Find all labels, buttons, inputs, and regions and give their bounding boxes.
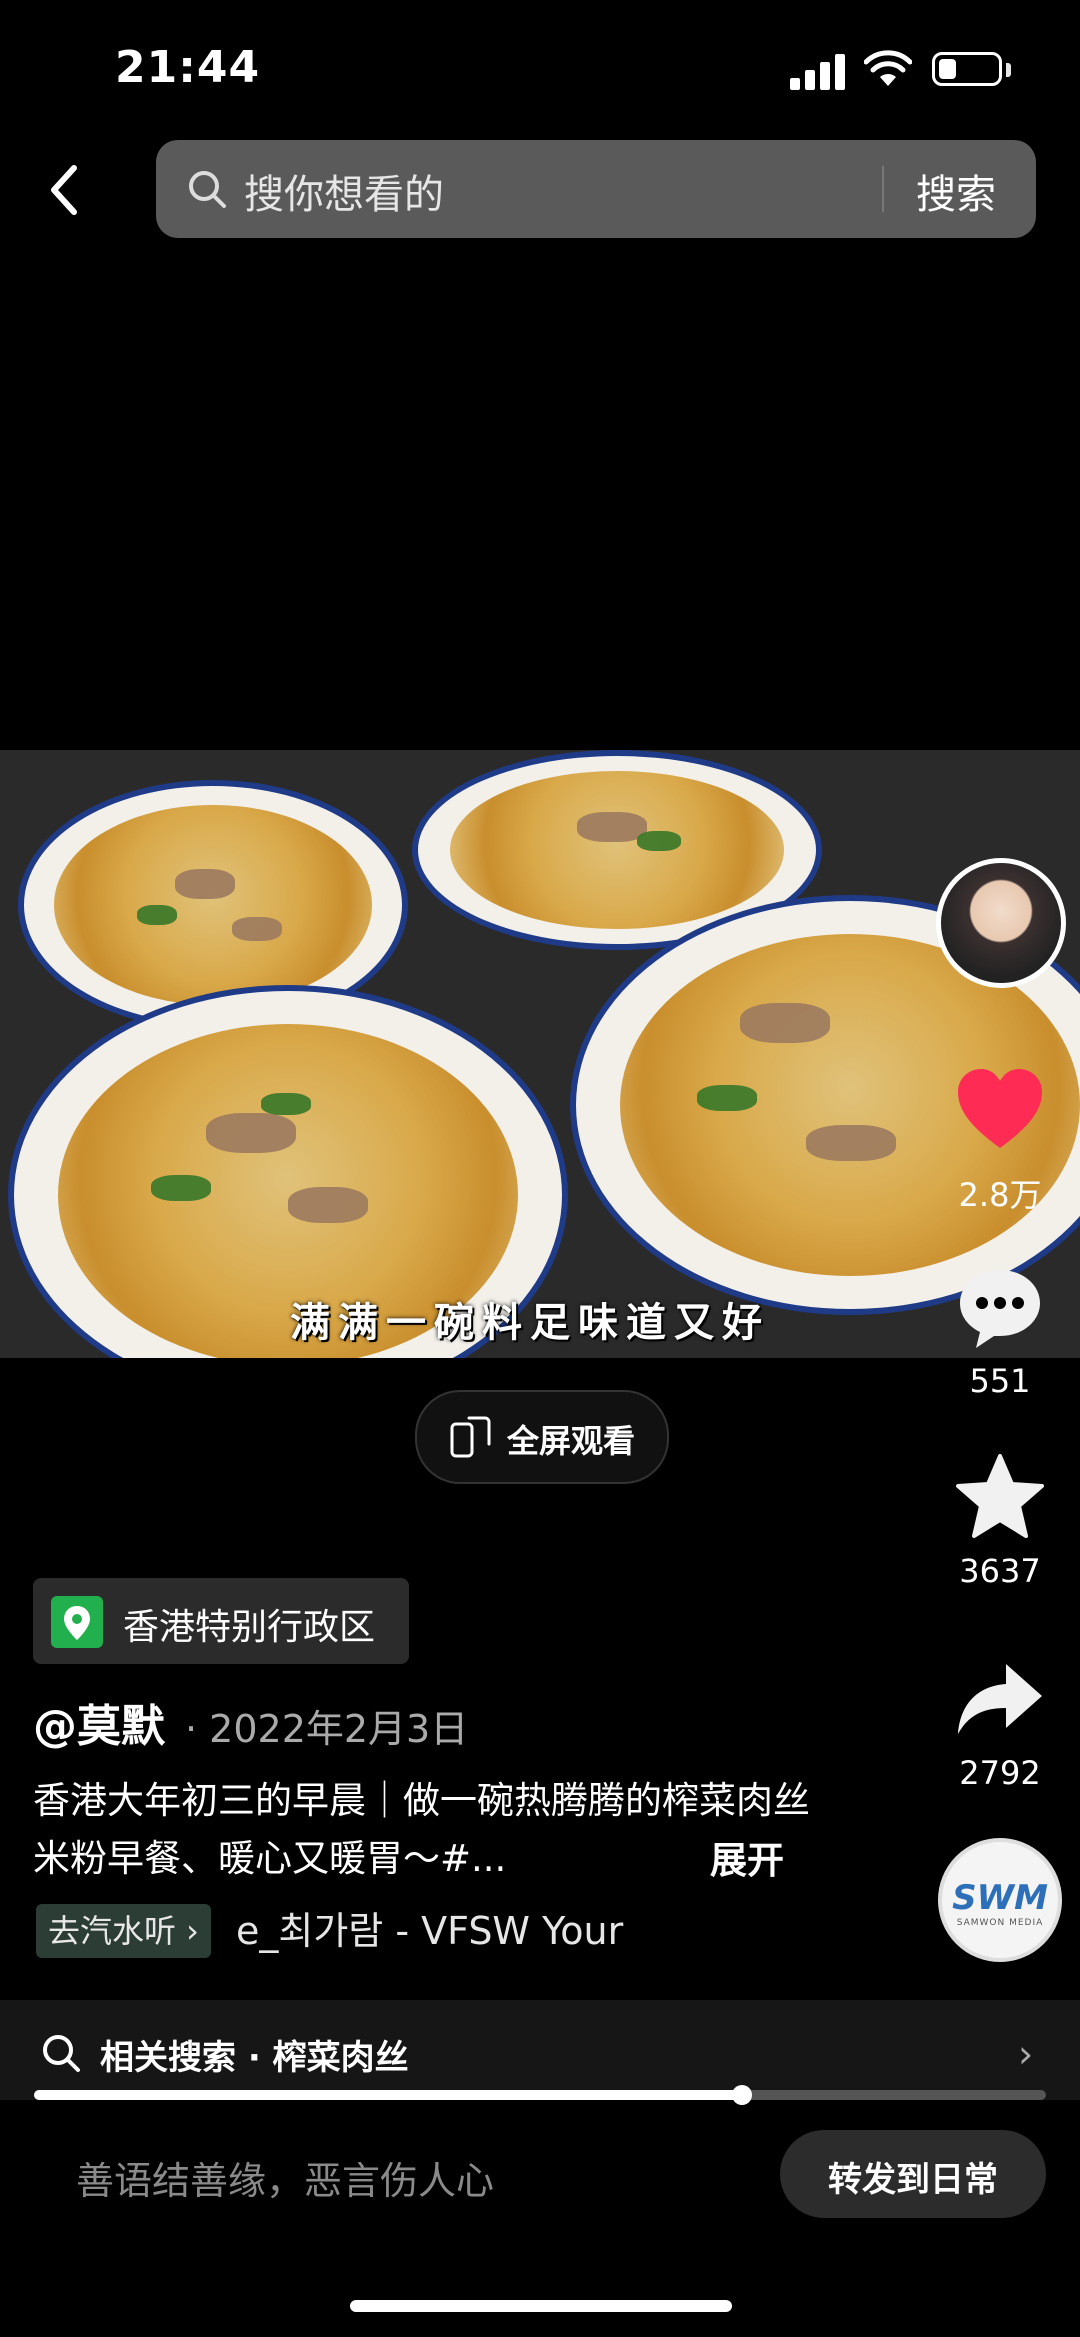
open-music-app-button[interactable]: 去汽水听 ›	[36, 1904, 211, 1958]
video-progress-fill	[34, 2090, 743, 2100]
back-button[interactable]	[40, 160, 90, 220]
related-search[interactable]: 相关搜索 · 榨菜肉丝 ›	[0, 2000, 1080, 2100]
wifi-icon	[864, 50, 912, 86]
search-input[interactable]: 搜你想看的	[244, 162, 444, 220]
chevron-right-icon: ›	[1018, 2032, 1034, 2076]
fullscreen-label: 全屏观看	[507, 1422, 636, 1460]
author-name[interactable]: @莫默	[33, 1690, 165, 1754]
signal-icon	[790, 52, 846, 90]
comment-input[interactable]: 善语结善缘，恶言伤人心	[76, 2150, 494, 2205]
home-indicator[interactable]	[350, 2300, 732, 2312]
favorite-count: 3637	[959, 1552, 1041, 1590]
video-subtitle: 满满一碗料足味道又好	[290, 1300, 770, 1346]
music-disc-sublabel: SAMWON MEDIA	[956, 1918, 1044, 1928]
comment-icon[interactable]	[950, 1258, 1050, 1358]
heart-icon[interactable]	[950, 1060, 1050, 1160]
search-icon	[43, 2035, 80, 2072]
author-avatar[interactable]	[936, 858, 1066, 988]
music-disc-label: SWM	[952, 1878, 1048, 1918]
star-icon[interactable]	[950, 1448, 1050, 1548]
search-divider	[882, 166, 884, 212]
status-time: 21:44	[115, 42, 261, 93]
video-player[interactable]	[0, 750, 1080, 1358]
like-count: 2.8万	[958, 1176, 1042, 1214]
battery-cap	[1006, 63, 1011, 77]
expand-button[interactable]: 展开	[710, 1830, 784, 1884]
video-progress-bar[interactable]	[34, 2085, 1046, 2105]
music-disc[interactable]: SWM SAMWON MEDIA	[938, 1838, 1062, 1962]
post-date: · 2022年2月3日	[185, 1707, 469, 1751]
fullscreen-icon	[450, 1416, 491, 1458]
share-count: 2792	[959, 1754, 1041, 1792]
share-to-daily-label: 转发到日常	[828, 2160, 998, 2200]
battery-icon	[932, 52, 1002, 86]
location-label: 香港特别行政区	[123, 1607, 376, 1648]
share-icon[interactable]	[950, 1650, 1050, 1750]
search-button[interactable]: 搜索	[916, 162, 996, 220]
video-progress-handle[interactable]	[732, 2085, 753, 2105]
search-bar[interactable]: 搜你想看的 搜索	[156, 140, 1036, 238]
comment-count: 551	[969, 1362, 1031, 1400]
location-pin-icon	[51, 1596, 103, 1648]
music-track-title: e_최가람 - VFSW Your	[236, 1909, 624, 1953]
location-chip[interactable]: 香港特别行政区	[33, 1578, 409, 1664]
share-to-daily-button[interactable]: 转发到日常	[780, 2130, 1046, 2218]
related-search-label: 相关搜索 · 榨菜肉丝	[100, 2038, 409, 2078]
fullscreen-button[interactable]: 全屏观看	[415, 1390, 669, 1484]
search-icon	[189, 171, 226, 208]
